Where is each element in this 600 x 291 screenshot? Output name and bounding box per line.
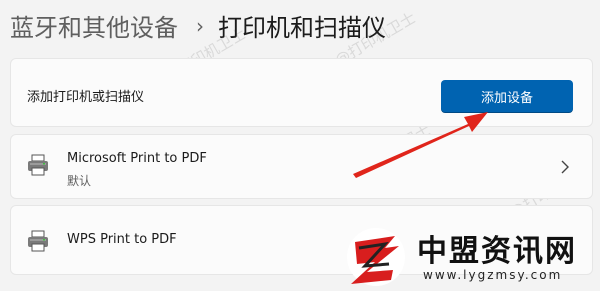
brand-name: 中盟资讯网	[417, 234, 577, 269]
page-title: 打印机和扫描仪	[218, 14, 386, 42]
printer-icon	[28, 230, 48, 252]
breadcrumb-separator: ›	[196, 13, 204, 38]
breadcrumb: 蓝牙和其他设备 › 打印机和扫描仪	[10, 8, 386, 43]
brand-logo-icon	[347, 228, 405, 286]
add-printer-card: 添加打印机或扫描仪 添加设备	[10, 58, 593, 127]
brand-watermark: 中盟资讯网 www.lygzmsy.com	[345, 222, 600, 291]
printer-status: 默认	[67, 174, 92, 188]
printer-name: WPS Print to PDF	[67, 232, 177, 247]
printer-name: Microsoft Print to PDF	[67, 151, 207, 166]
printer-icon	[28, 154, 48, 176]
breadcrumb-parent[interactable]: 蓝牙和其他设备	[10, 8, 178, 43]
chevron-right-icon	[561, 160, 569, 174]
printer-item[interactable]: Microsoft Print to PDF 默认	[10, 134, 593, 199]
brand-url: www.lygzmsy.com	[423, 268, 563, 282]
add-device-button[interactable]: 添加设备	[441, 80, 573, 112]
add-printer-label: 添加打印机或扫描仪	[27, 90, 145, 105]
